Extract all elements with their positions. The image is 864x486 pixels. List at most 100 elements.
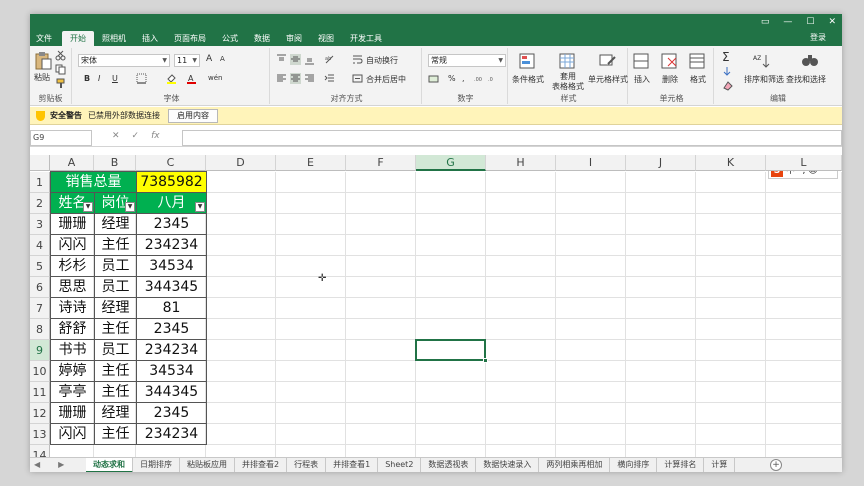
insert-cells-icon[interactable]: [632, 52, 652, 70]
delete-cells-icon[interactable]: [660, 52, 680, 70]
ribbon-display-icon[interactable]: ▭: [761, 15, 770, 29]
column-header[interactable]: K: [696, 155, 766, 171]
data-cell[interactable]: 经理: [94, 297, 137, 319]
sheet-tab[interactable]: 动态求和: [86, 458, 133, 472]
data-cell[interactable]: 主任: [94, 234, 137, 256]
data-cell[interactable]: 2345: [136, 213, 207, 235]
data-cell[interactable]: 主任: [94, 423, 137, 445]
data-cell[interactable]: 员工: [94, 339, 137, 361]
data-cell[interactable]: 员工: [94, 276, 137, 298]
ribbon-tab[interactable]: 页面布局: [166, 31, 214, 46]
increase-decimal-icon[interactable]: .00: [474, 73, 485, 84]
delete-button[interactable]: 删除: [662, 74, 678, 85]
align-right-icon[interactable]: [304, 73, 315, 84]
row-header[interactable]: 5: [30, 256, 50, 277]
sheet-tab[interactable]: 行程表: [287, 458, 327, 472]
table-format-icon[interactable]: [558, 52, 578, 70]
row-header[interactable]: 3: [30, 214, 50, 235]
filter-dropdown-icon[interactable]: ▼: [125, 202, 135, 212]
row-header[interactable]: 4: [30, 235, 50, 256]
row-header[interactable]: 2: [30, 193, 50, 214]
enable-content-button[interactable]: 启用内容: [168, 109, 218, 123]
row-header[interactable]: 11: [30, 382, 50, 403]
total-value-cell[interactable]: 7385982: [136, 171, 207, 193]
phonetic-button[interactable]: wén: [208, 74, 222, 82]
align-center-icon[interactable]: [290, 73, 301, 84]
sheet-tab[interactable]: 两列相乘再相加: [539, 458, 611, 472]
italic-button[interactable]: I: [98, 74, 100, 83]
header-cell[interactable]: 岗位 ▼: [94, 192, 137, 214]
data-cell[interactable]: 经理: [94, 213, 137, 235]
worksheet-grid[interactable]: S 中 °, ☺ A B C D E F G H I J K L 1 2 3 4 5 6 7 8 9 10 11 12 13 14…: [30, 151, 842, 457]
row-header[interactable]: 6: [30, 277, 50, 298]
row-header[interactable]: 9: [30, 340, 50, 361]
close-icon[interactable]: ✕: [828, 15, 836, 29]
format-painter-icon[interactable]: [55, 78, 66, 89]
comma-button[interactable]: ,: [462, 74, 465, 83]
row-header[interactable]: 12: [30, 403, 50, 424]
merge-center-button[interactable]: 合并后居中: [366, 74, 406, 85]
wrap-text-button[interactable]: 自动换行: [366, 55, 398, 66]
grow-font-button[interactable]: A: [206, 54, 212, 64]
align-left-icon[interactable]: [276, 73, 287, 84]
ribbon-tab[interactable]: 文件: [30, 31, 62, 46]
ribbon-tab[interactable]: 数据: [246, 31, 278, 46]
column-header[interactable]: F: [346, 155, 416, 171]
sheet-tab[interactable]: 计算排名: [657, 458, 705, 472]
column-header[interactable]: H: [486, 155, 556, 171]
sheet-tab[interactable]: Sheet2: [378, 458, 422, 472]
filter-dropdown-icon[interactable]: ▼: [195, 202, 205, 212]
row-header[interactable]: 13: [30, 424, 50, 445]
sheet-tab[interactable]: 粘贴板应用: [180, 458, 235, 472]
insert-function-icon[interactable]: fx: [151, 131, 160, 141]
clear-icon[interactable]: [722, 80, 733, 91]
data-cell[interactable]: 主任: [94, 318, 137, 340]
conditional-format-icon[interactable]: [518, 52, 538, 70]
data-cell[interactable]: 234234: [136, 234, 207, 256]
number-format-select[interactable]: 常规 ▼: [428, 54, 506, 67]
orientation-icon[interactable]: ab: [324, 54, 335, 65]
sheet-tab[interactable]: 数据透视表: [421, 458, 477, 472]
data-cell[interactable]: 珊珊: [50, 213, 95, 235]
data-cell[interactable]: 思思: [50, 276, 95, 298]
column-header[interactable]: I: [556, 155, 626, 171]
data-cell[interactable]: 杉杉: [50, 255, 95, 277]
data-cell[interactable]: 344345: [136, 381, 207, 403]
header-cell[interactable]: 八月 ▼: [136, 192, 207, 214]
fill-icon[interactable]: [722, 66, 733, 77]
ribbon-tab[interactable]: 插入: [134, 31, 166, 46]
column-header[interactable]: L: [766, 155, 842, 171]
data-cell[interactable]: 亭亭: [50, 381, 95, 403]
column-header[interactable]: J: [626, 155, 696, 171]
minimize-icon[interactable]: —: [783, 15, 792, 29]
fill-color-icon[interactable]: [166, 73, 177, 84]
formula-input[interactable]: [182, 130, 842, 146]
data-cell[interactable]: 员工: [94, 255, 137, 277]
percent-button[interactable]: %: [448, 74, 456, 83]
data-cell[interactable]: 婷婷: [50, 360, 95, 382]
data-cell[interactable]: 234234: [136, 423, 207, 445]
copy-icon[interactable]: [55, 64, 66, 75]
data-cell[interactable]: 闪闪: [50, 423, 95, 445]
find-select-icon[interactable]: [800, 52, 820, 70]
column-header[interactable]: B: [94, 155, 136, 171]
bold-button[interactable]: B: [84, 74, 90, 83]
shrink-font-button[interactable]: A: [220, 55, 225, 63]
autosum-icon[interactable]: Σ: [722, 50, 730, 64]
data-cell[interactable]: 主任: [94, 360, 137, 382]
sheet-tab[interactable]: 计算: [704, 458, 736, 472]
ribbon-tab[interactable]: 审阅: [278, 31, 310, 46]
align-top-icon[interactable]: [276, 54, 287, 65]
ribbon-tab[interactable]: 开发工具: [342, 31, 390, 46]
cell-styles-icon[interactable]: [598, 52, 618, 70]
confirm-icon[interactable]: ✓: [132, 131, 140, 141]
data-cell[interactable]: 344345: [136, 276, 207, 298]
paste-label[interactable]: 粘贴: [34, 72, 50, 83]
total-label-cell[interactable]: 销售总量: [50, 171, 137, 193]
find-select-button[interactable]: 查找和选择: [786, 74, 826, 85]
row-header[interactable]: 8: [30, 319, 50, 340]
underline-button[interactable]: U: [112, 74, 118, 83]
data-cell[interactable]: 书书: [50, 339, 95, 361]
row-header[interactable]: 10: [30, 361, 50, 382]
data-cell[interactable]: 34534: [136, 255, 207, 277]
